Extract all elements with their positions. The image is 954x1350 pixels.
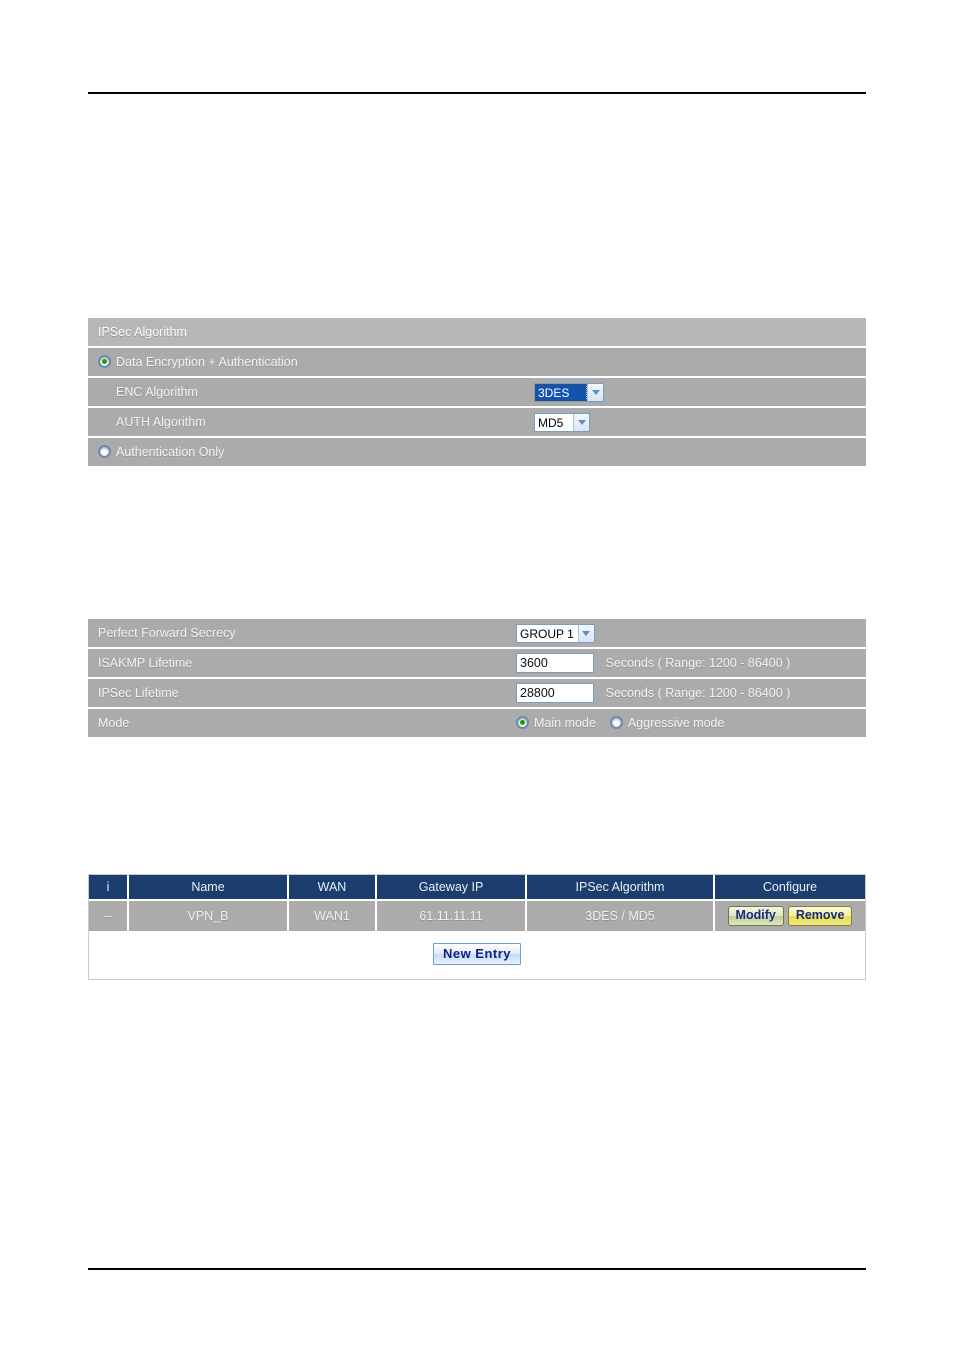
ipsec-algorithm-header-label: IPSec Algorithm	[88, 318, 866, 348]
ipsec-algorithm-table: IPSec Algorithm Data Encryption + Authen…	[88, 318, 866, 466]
column-header-index: i	[89, 875, 129, 899]
radio-authentication-only[interactable]	[98, 445, 111, 458]
radio-data-encryption-auth[interactable]	[98, 355, 111, 368]
ipsec-lifetime-input[interactable]	[516, 683, 594, 703]
new-entry-button[interactable]: New Entry	[432, 943, 522, 965]
isakmp-lifetime-label: ISAKMP Lifetime	[88, 649, 516, 679]
data-encryption-auth-cell[interactable]: Data Encryption + Authentication	[88, 348, 866, 378]
table-row: -- VPN_B WAN1 61.11.11.11 3DES / MD5 Mod…	[89, 899, 865, 931]
authentication-only-cell[interactable]: Authentication Only	[88, 438, 866, 466]
isakmp-lifetime-value-cell: Seconds ( Range: 1200 - 86400 )	[516, 649, 866, 679]
vpn-list-footer: New Entry	[89, 931, 865, 979]
cell-ipsec-algorithm: 3DES / MD5	[527, 899, 715, 931]
cell-name: VPN_B	[129, 899, 289, 931]
radio-aggressive-mode-label: Aggressive mode	[627, 716, 725, 730]
cell-wan: WAN1	[289, 899, 377, 931]
radio-authentication-only-label: Authentication Only	[116, 445, 225, 459]
cell-configure: Modify Remove	[715, 899, 865, 931]
mode-row: Mode Main mode Aggressive mode	[88, 709, 866, 737]
enc-algorithm-row: ENC Algorithm 3DES	[88, 378, 866, 408]
remove-button[interactable]: Remove	[787, 906, 853, 926]
ipsec-algorithm-header-row: IPSec Algorithm	[88, 318, 866, 348]
enc-algorithm-value-cell: 3DES	[534, 378, 866, 408]
data-encryption-auth-row[interactable]: Data Encryption + Authentication	[88, 348, 866, 378]
isakmp-lifetime-unit: Seconds ( Range: 1200 - 86400 )	[605, 656, 791, 670]
pfs-row: Perfect Forward Secrecy GROUP 1	[88, 619, 866, 649]
vpn-list-header-row: i Name WAN Gateway IP IPSec Algorithm Co…	[89, 875, 865, 899]
isakmp-lifetime-row: ISAKMP Lifetime Seconds ( Range: 1200 - …	[88, 649, 866, 679]
auth-algorithm-select-value: MD5	[538, 415, 564, 430]
cell-gateway-ip: 61.11.11.11	[377, 899, 527, 931]
auth-algorithm-label: AUTH Algorithm	[88, 408, 534, 438]
cell-index: --	[89, 899, 129, 931]
column-header-ipsec-algorithm: IPSec Algorithm	[527, 875, 715, 899]
auth-algorithm-select[interactable]: MD5	[534, 412, 590, 432]
chevron-down-icon[interactable]	[577, 624, 594, 642]
pfs-select[interactable]: GROUP 1	[516, 623, 595, 643]
authentication-only-row[interactable]: Authentication Only	[88, 438, 866, 466]
enc-algorithm-label: ENC Algorithm	[88, 378, 534, 408]
column-header-name: Name	[129, 875, 289, 899]
ipsec-lifetime-value-cell: Seconds ( Range: 1200 - 86400 )	[516, 679, 866, 709]
radio-main-mode[interactable]	[516, 716, 529, 729]
column-header-wan: WAN	[289, 875, 377, 899]
pfs-label: Perfect Forward Secrecy	[88, 619, 516, 649]
vpn-list-table: i Name WAN Gateway IP IPSec Algorithm Co…	[89, 875, 865, 931]
mode-value-cell: Main mode Aggressive mode	[516, 709, 866, 737]
ipsec-lifetime-row: IPSec Lifetime Seconds ( Range: 1200 - 8…	[88, 679, 866, 709]
radio-data-encryption-auth-label: Data Encryption + Authentication	[116, 355, 298, 369]
chevron-down-icon[interactable]	[573, 413, 589, 431]
enc-algorithm-select-value: 3DES	[535, 383, 587, 401]
radio-aggressive-mode[interactable]	[609, 716, 623, 729]
auth-algorithm-row: AUTH Algorithm MD5	[88, 408, 866, 438]
modify-button[interactable]: Modify	[727, 906, 784, 926]
chevron-down-icon[interactable]	[587, 383, 603, 401]
mode-label: Mode	[88, 709, 516, 737]
ipsec-lifetime-unit: Seconds ( Range: 1200 - 86400 )	[605, 686, 791, 700]
radio-main-mode-label: Main mode	[534, 716, 596, 730]
pfs-select-value: GROUP 1	[520, 626, 574, 641]
ike-settings-table: Perfect Forward Secrecy GROUP 1 ISAKMP L…	[88, 619, 866, 737]
vpn-list-container: i Name WAN Gateway IP IPSec Algorithm Co…	[88, 874, 866, 980]
column-header-configure: Configure	[715, 875, 865, 899]
page-bottom-rule	[88, 1268, 866, 1270]
auth-algorithm-value-cell: MD5	[534, 408, 866, 438]
page-top-rule	[88, 92, 866, 94]
column-header-gateway-ip: Gateway IP	[377, 875, 527, 899]
pfs-value-cell: GROUP 1	[516, 619, 866, 649]
isakmp-lifetime-input[interactable]	[516, 653, 594, 673]
ipsec-lifetime-label: IPSec Lifetime	[88, 679, 516, 709]
enc-algorithm-select[interactable]: 3DES	[534, 382, 604, 402]
